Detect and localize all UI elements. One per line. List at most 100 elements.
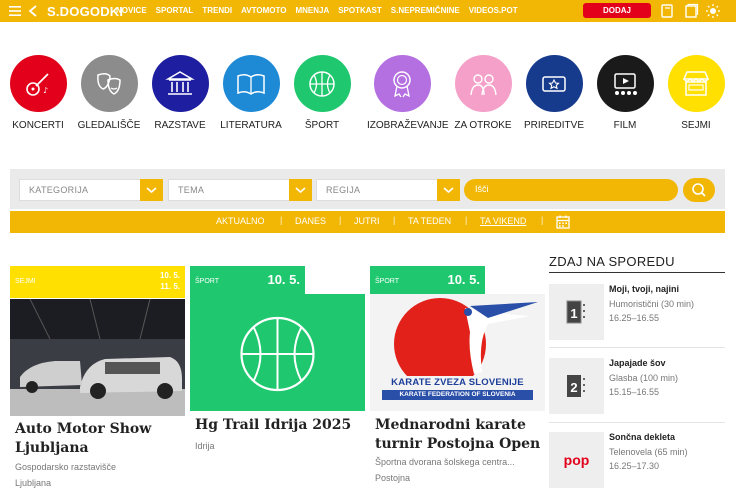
bookmark-icon[interactable] xyxy=(659,3,675,19)
book-icon xyxy=(222,55,280,112)
category-label: RAZSTAVE xyxy=(154,120,206,131)
topic-select[interactable]: TEMA xyxy=(168,179,312,201)
separator: | xyxy=(280,215,283,225)
event-venue: Idrija xyxy=(195,441,215,451)
logo-text: KARATE ZVEZA SLOVENIJE xyxy=(391,377,524,388)
category-sejmi[interactable]: SEJMI xyxy=(661,55,731,131)
svg-text:♪: ♪ xyxy=(43,86,48,95)
category-izobrazevanje[interactable]: IZOBRAŽEVANJE xyxy=(367,55,449,131)
category-prireditve[interactable]: PRIREDITVE xyxy=(519,55,589,131)
chevron-down-icon[interactable] xyxy=(289,179,312,201)
search-button[interactable] xyxy=(683,178,715,202)
category-gledalisce[interactable]: GLEDALIŠČE xyxy=(74,55,144,131)
schedule-item[interactable]: pop Sončna dekleta Telenovela (65 min) 1… xyxy=(549,432,725,491)
nav-item[interactable]: VIDEOS.POT xyxy=(469,6,518,15)
chevron-down-icon[interactable] xyxy=(437,179,460,201)
schedule-title: ZDAJ NA SPOREDU xyxy=(549,254,675,269)
divider xyxy=(549,347,725,348)
medal-icon xyxy=(373,55,431,112)
category-literatura[interactable]: LITERATURA xyxy=(216,55,286,131)
basketball-icon xyxy=(293,55,351,112)
program-title[interactable]: Japajade šov xyxy=(609,358,666,368)
chevron-down-icon[interactable] xyxy=(140,179,163,201)
back-icon[interactable] xyxy=(26,3,42,19)
event-card-header: SEJMI 10. 5. 11. 5. xyxy=(10,266,185,298)
event-title[interactable]: Hg Trail Idrija 2025 xyxy=(195,416,365,435)
event-date: 10. 5. xyxy=(447,272,480,287)
date-tabs: AKTUALNO | DANES | JUTRI | TA TEDEN | TA… xyxy=(10,211,725,233)
main-nav: NOVICE SPORTAL TRENDI AVTOMOTO MNENJA SP… xyxy=(116,6,527,15)
search-input[interactable]: Išči xyxy=(464,179,678,201)
nav-item[interactable]: MNENJA xyxy=(295,6,329,15)
program-time: 16.25–16.55 xyxy=(609,313,660,323)
search-icon xyxy=(692,183,706,197)
category-label: LITERATURA xyxy=(220,120,282,131)
history-icon[interactable] xyxy=(683,3,699,19)
tab-aktualno[interactable]: AKTUALNO xyxy=(216,216,265,226)
program-title[interactable]: Moji, tvoji, najini xyxy=(609,284,679,294)
svg-text:2: 2 xyxy=(570,380,577,395)
tab-ta-teden[interactable]: TA TEDEN xyxy=(408,216,451,226)
sun-icon[interactable] xyxy=(705,3,721,19)
category-row: ♪ KONCERTI GLEDALIŠČE RAZSTAVE LITERATUR… xyxy=(0,55,736,135)
nav-item[interactable]: AVTOMOTO xyxy=(241,6,286,15)
svg-text:1: 1 xyxy=(570,306,577,321)
basketball-icon xyxy=(240,316,315,392)
cinema-icon xyxy=(596,55,654,112)
nav-item[interactable]: S.NEPREMIČNINE xyxy=(391,6,460,15)
schedule-item[interactable]: 1 Moji, tvoji, najini Humoristični (30 m… xyxy=(549,284,725,344)
event-image: KARATE ZVEZA SLOVENIJE KARATE FEDERATION… xyxy=(370,294,545,411)
separator: | xyxy=(465,215,468,225)
event-title[interactable]: Mednarodni karate turnir Postojna Open xyxy=(375,416,545,454)
channel-logo: 2 xyxy=(549,358,604,414)
event-date: 10. 5. xyxy=(267,272,300,287)
category-label: IZOBRAŽEVANJE xyxy=(367,120,449,131)
category-za-otroke[interactable]: ZA OTROKE xyxy=(448,55,518,131)
category-label: SEJMI xyxy=(681,120,711,131)
theater-masks-icon xyxy=(80,55,138,112)
nav-item[interactable]: SPOTKAST xyxy=(338,6,382,15)
children-icon xyxy=(454,55,512,112)
category-label: GLEDALIŠČE xyxy=(77,120,141,131)
category-label: ZA OTROKE xyxy=(454,120,512,131)
nav-item[interactable]: TRENDI xyxy=(202,6,232,15)
event-city: Postojna xyxy=(375,473,411,483)
tab-ta-vikend[interactable]: TA VIKEND xyxy=(480,216,526,226)
event-category: SEJMI xyxy=(15,278,36,285)
add-event-button[interactable]: DODAJ DOGODEK xyxy=(583,3,651,30)
tab-danes[interactable]: DANES xyxy=(295,216,326,226)
event-venue: Gospodarsko razstavišče xyxy=(15,462,117,472)
guitar-icon: ♪ xyxy=(9,55,67,112)
region-select[interactable]: REGIJA xyxy=(316,179,460,201)
event-category: ŠPORT xyxy=(375,278,399,285)
program-title[interactable]: Sončna dekleta xyxy=(609,432,675,442)
category-razstave[interactable]: RAZSTAVE xyxy=(145,55,215,131)
nav-item[interactable]: SPORTAL xyxy=(156,6,194,15)
top-bar: S.DOGODKI NOVICE SPORTAL TRENDI AVTOMOTO… xyxy=(0,0,736,30)
event-venue: Športna dvorana šolskega centra... xyxy=(375,457,515,467)
event-title[interactable]: Auto Motor Show Ljubljana xyxy=(15,420,185,458)
divider xyxy=(549,272,725,273)
event-city: Ljubljana xyxy=(15,478,52,488)
logo-text: KARATE FEDERATION OF SLOVENIA xyxy=(399,391,516,398)
category-film[interactable]: FILM xyxy=(590,55,660,131)
category-select[interactable]: KATEGORIJA xyxy=(19,179,163,201)
separator: | xyxy=(393,215,396,225)
schedule-item[interactable]: 2 Japajade šov Glasba (100 min) 15.15–16… xyxy=(549,358,725,418)
filter-panel: KATEGORIJA TEMA REGIJA Išči xyxy=(10,169,725,209)
divider xyxy=(549,422,725,423)
event-image xyxy=(190,294,365,411)
category-koncerti[interactable]: ♪ KONCERTI xyxy=(3,55,73,131)
site-logo[interactable]: S.DOGODKI xyxy=(47,4,123,19)
menu-icon[interactable] xyxy=(7,3,23,19)
program-genre: Humoristični (30 min) xyxy=(609,299,695,309)
separator: | xyxy=(541,215,544,225)
program-time: 15.15–16.55 xyxy=(609,387,660,397)
nav-item[interactable]: NOVICE xyxy=(116,6,147,15)
category-label: FILM xyxy=(613,120,637,131)
category-label: ŠPORT xyxy=(304,120,340,131)
tab-jutri[interactable]: JUTRI xyxy=(354,216,380,226)
program-genre: Glasba (100 min) xyxy=(609,373,679,383)
category-sport[interactable]: ŠPORT xyxy=(287,55,357,131)
calendar-icon[interactable] xyxy=(555,214,571,230)
